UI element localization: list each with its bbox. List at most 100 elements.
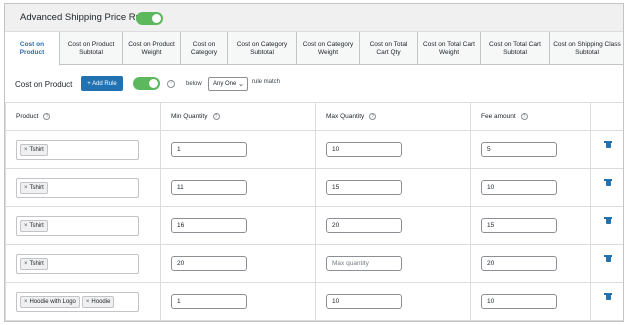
question-circle-icon: ? — [520, 112, 528, 120]
product-select[interactable]: × Tshirt — [16, 177, 139, 198]
trash-icon[interactable] — [604, 179, 612, 186]
product-header-label: Product — [16, 113, 39, 121]
fee-column-header: Fee amount? — [470, 102, 591, 131]
product-tag-label: Tshirt — [29, 146, 44, 153]
rules-table: Product? Min Quantity? Max Quantity? Fee… — [5, 102, 623, 321]
max-qty-cell: 20 — [315, 206, 471, 245]
add-rule-button[interactable]: + Add Rule — [81, 76, 123, 91]
rule-tabs: Cost on Product Cost on Product Subtotal C… — [5, 32, 623, 66]
tab-cost-on-category[interactable]: Cost on Category — [181, 32, 228, 65]
tab-cost-on-product-weight[interactable]: Cost on Product Weight — [123, 32, 181, 65]
min-qty-cell: 16 — [160, 206, 316, 245]
table-header-row: Product? Min Quantity? Max Quantity? Fee… — [5, 102, 623, 131]
product-cell: × Tshirt — [5, 244, 161, 283]
max-qty-input[interactable]: 20 — [326, 218, 402, 233]
tab-cost-on-product[interactable]: Cost on Product — [5, 32, 60, 66]
product-cell: × Tshirt — [5, 130, 161, 169]
trash-icon[interactable] — [604, 293, 612, 300]
product-select[interactable]: × Tshirt — [16, 139, 139, 160]
x-icon[interactable]: × — [24, 185, 28, 191]
below-label: below — [186, 81, 202, 87]
max-qty-input[interactable]: 10 — [326, 294, 402, 309]
min-qty-cell: 1 — [160, 282, 316, 321]
table-row: × Tshirt 1 10 5 — [5, 130, 623, 169]
table-row: × Tshirt 16 20 15 — [5, 206, 623, 245]
min-qty-cell: 20 — [160, 244, 316, 283]
delete-cell — [590, 130, 623, 169]
product-tag-label: Tshirt — [29, 222, 44, 229]
min-qty-input[interactable]: 1 — [171, 294, 247, 309]
shipping-rules-panel: Advanced Shipping Price Rules Cost on Pr… — [4, 3, 624, 322]
max-qty-cell: 10 — [315, 282, 471, 321]
product-select[interactable]: × Tshirt — [16, 253, 139, 274]
max-qty-column-header: Max Quantity? — [315, 102, 471, 131]
max-qty-header-label: Max Quantity — [326, 113, 365, 121]
tab-cost-on-shipping-class-subtotal[interactable]: Cost on Shipping Class Subtotal — [550, 32, 623, 65]
delete-cell — [590, 282, 623, 321]
min-qty-cell: 1 — [160, 130, 316, 169]
table-row: × Tshirt 20 Max quantity 20 — [5, 244, 623, 283]
min-qty-input[interactable]: 11 — [171, 180, 247, 195]
x-icon[interactable]: × — [24, 147, 28, 153]
fee-amount-cell: 10 — [470, 168, 591, 207]
match-select-value: Any One — [213, 81, 237, 87]
panel-title: Advanced Shipping Price Rules — [20, 12, 154, 23]
delete-cell — [590, 206, 623, 245]
product-tag: × Tshirt — [20, 143, 48, 156]
max-qty-cell: 15 — [315, 168, 471, 207]
delete-cell — [590, 168, 623, 207]
x-icon[interactable]: × — [24, 299, 28, 305]
product-cell: × Tshirt — [5, 206, 161, 245]
fee-amount-input[interactable]: 10 — [481, 294, 557, 309]
min-qty-input[interactable]: 20 — [171, 256, 247, 271]
tab-cost-on-category-weight[interactable]: Cost on Category Weight — [297, 32, 360, 65]
question-circle-icon: ? — [43, 112, 51, 120]
product-select[interactable]: × Tshirt — [16, 215, 139, 236]
max-qty-input[interactable]: 10 — [326, 142, 402, 157]
match-select[interactable]: Any One ⌄ — [208, 77, 248, 91]
trash-icon[interactable] — [604, 217, 612, 224]
product-tag: × Tshirt — [20, 181, 48, 194]
max-qty-input[interactable]: 15 — [326, 180, 402, 195]
question-circle-icon: ? — [212, 112, 220, 120]
shipping-rules-toggle[interactable] — [136, 12, 163, 25]
section-title: Cost on Product — [15, 80, 73, 89]
tab-cost-on-product-subtotal[interactable]: Cost on Product Subtotal — [60, 32, 123, 65]
min-qty-cell: 11 — [160, 168, 316, 207]
product-tag: × Hoodie — [81, 295, 115, 308]
fee-amount-input[interactable]: 15 — [481, 218, 557, 233]
min-qty-input[interactable]: 16 — [171, 218, 247, 233]
x-icon[interactable]: × — [24, 261, 28, 267]
actions-column-header — [590, 102, 623, 131]
product-tag-label: Hoodie with Logo — [29, 298, 76, 305]
product-cell: × Tshirt — [5, 168, 161, 207]
panel-header: Advanced Shipping Price Rules — [5, 4, 623, 32]
min-qty-input[interactable]: 1 — [171, 142, 247, 157]
min-qty-header-label: Min Quantity — [171, 113, 208, 121]
max-qty-cell: Max quantity — [315, 244, 471, 283]
product-tag-label: Hoodie — [91, 298, 111, 305]
delete-cell — [590, 244, 623, 283]
product-tag: × Tshirt — [20, 219, 48, 232]
rule-match-label: rule match — [252, 79, 281, 85]
x-icon[interactable]: × — [24, 223, 28, 229]
trash-icon[interactable] — [604, 255, 612, 262]
fee-header-label: Fee amount — [481, 113, 516, 121]
tab-cost-on-category-subtotal[interactable]: Cost on Category Subtotal — [228, 32, 297, 65]
fee-amount-input[interactable]: 20 — [481, 256, 557, 271]
trash-icon[interactable] — [604, 141, 612, 148]
tab-cost-on-total-cart-qty[interactable]: Cost on Total Cart Qty — [360, 32, 418, 65]
fee-amount-cell: 15 — [470, 206, 591, 245]
tab-cost-on-total-cart-subtotal[interactable]: Cost on Total Cart Subtotal — [481, 32, 550, 65]
fee-amount-input[interactable]: 5 — [481, 142, 557, 157]
fee-amount-cell: 20 — [470, 244, 591, 283]
max-qty-input[interactable]: Max quantity — [326, 256, 402, 271]
product-select[interactable]: × Hoodie with Logo × Hoodie — [16, 291, 139, 312]
fee-amount-input[interactable]: 10 — [481, 180, 557, 195]
table-row: × Tshirt 11 15 10 — [5, 168, 623, 207]
table-row: × Hoodie with Logo × Hoodie 1 10 10 — [5, 282, 623, 321]
x-icon[interactable]: × — [86, 299, 90, 305]
question-circle-icon: ? — [369, 112, 377, 120]
section-toggle[interactable] — [133, 77, 160, 90]
tab-cost-on-total-cart-weight[interactable]: Cost on Total Cart Weight — [418, 32, 481, 65]
